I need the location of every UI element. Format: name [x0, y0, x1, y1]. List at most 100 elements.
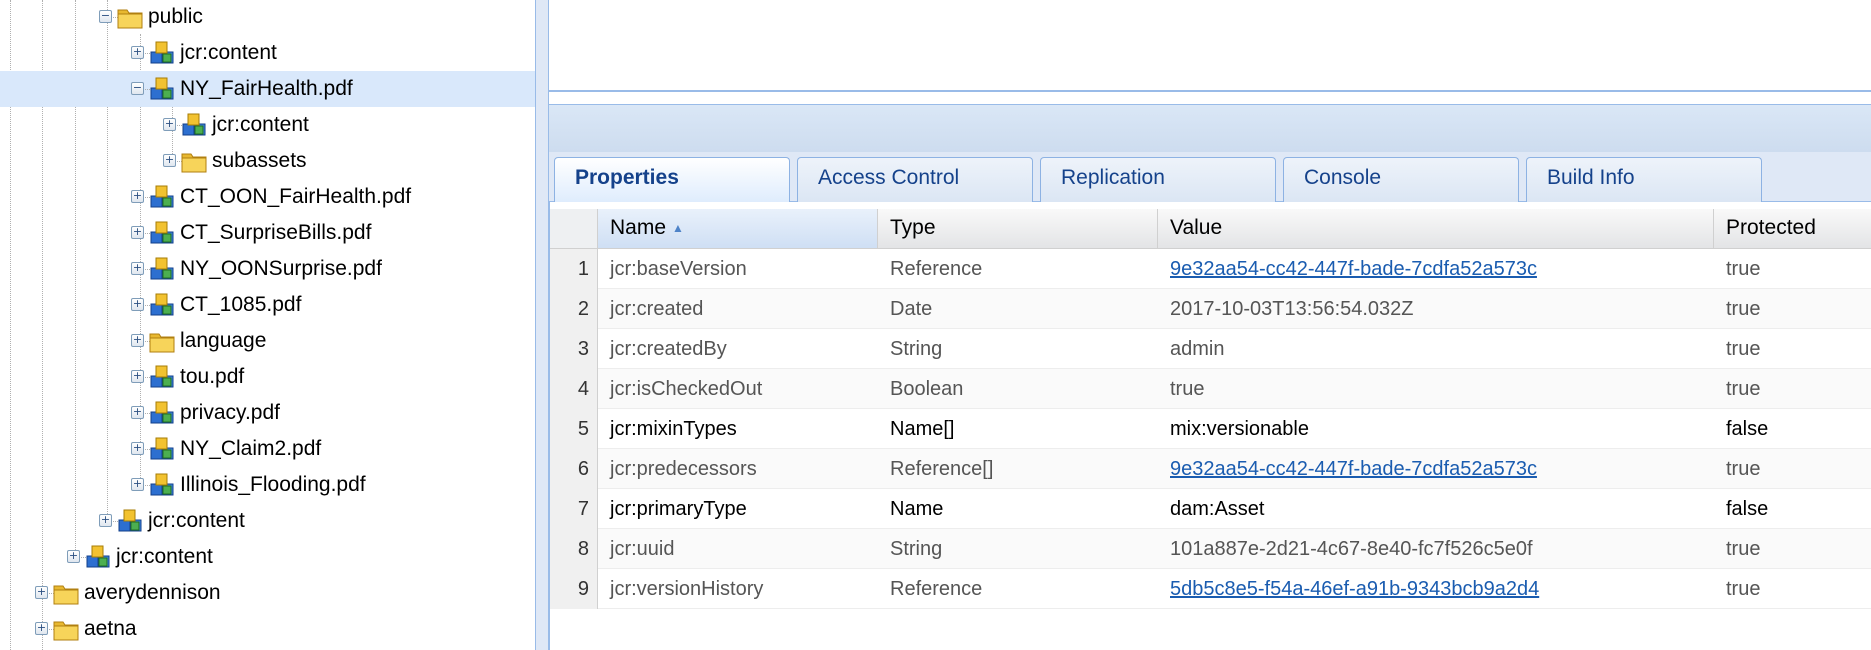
folder-icon	[180, 147, 208, 175]
expand-icon[interactable]: +	[131, 334, 144, 347]
table-row[interactable]: 4 jcr:isCheckedOut Boolean true true	[550, 369, 1871, 409]
property-value-cell: dam:Asset	[1170, 498, 1265, 520]
tree-node[interactable]: + averydennison	[0, 575, 535, 611]
tree-node[interactable]: + CT_1085.pdf	[0, 287, 535, 323]
tree-node[interactable]: + jcr:content	[0, 35, 535, 71]
tree-node-label[interactable]: NY_FairHealth.pdf	[180, 76, 353, 102]
tree-node-label[interactable]: jcr:content	[212, 112, 309, 138]
expand-icon[interactable]: +	[131, 406, 144, 419]
expand-icon[interactable]: +	[67, 550, 80, 563]
expand-icon[interactable]: +	[131, 442, 144, 455]
table-row[interactable]: 3 jcr:createdBy String admin true	[550, 329, 1871, 369]
tree-node-label[interactable]: subassets	[212, 148, 307, 174]
column-header-type[interactable]: Type	[878, 209, 1158, 248]
tree-node-label[interactable]: NY_OONSurprise.pdf	[180, 256, 382, 282]
tree-node-label[interactable]: NY_Claim2.pdf	[180, 436, 321, 462]
grid-header: Name ▲ Type Value Protected	[550, 209, 1871, 249]
tab-replication[interactable]: Replication	[1040, 157, 1276, 202]
table-row[interactable]: 5 jcr:mixinTypes Name[] mix:versionable fals…	[550, 409, 1871, 449]
property-value-cell: admin	[1170, 338, 1225, 360]
expand-icon[interactable]: +	[163, 154, 176, 167]
folder-icon	[116, 3, 144, 31]
reference-link[interactable]: 9e32aa54-cc42-447f-bade-7cdfa52a573c	[1170, 258, 1537, 280]
tree-node-label[interactable]: privacy.pdf	[180, 400, 280, 426]
expand-icon[interactable]: +	[131, 190, 144, 203]
node-icon	[148, 435, 176, 463]
tree-node-label[interactable]: jcr:content	[116, 544, 213, 570]
properties-grid: Name ▲ Type Value Protected 1 jcr:baseVers…	[549, 202, 1871, 650]
property-value-cell: 9e32aa54-cc42-447f-bade-7cdfa52a573c	[1158, 249, 1714, 289]
property-name-cell: jcr:predecessors	[610, 458, 757, 480]
tree-node[interactable]: + subassets	[0, 143, 535, 179]
expand-icon[interactable]: +	[131, 226, 144, 239]
tab-console[interactable]: Console	[1283, 157, 1519, 202]
property-type-cell: String	[890, 338, 943, 360]
expand-icon[interactable]: +	[131, 478, 144, 491]
table-row[interactable]: 9 jcr:versionHistory Reference 5db5c8e5-f54…	[550, 569, 1871, 609]
reference-link[interactable]: 5db5c8e5-f54a-46ef-a91b-9343bcb9a2d4	[1170, 578, 1539, 600]
row-number: 3	[550, 329, 598, 369]
node-icon	[148, 255, 176, 283]
tab-access-control[interactable]: Access Control	[797, 157, 1033, 202]
tree-node[interactable]: + Illinois_Flooding.pdf	[0, 467, 535, 503]
repository-tree: − public + jcr:content − NY_FairHealth.pdf + jc…	[0, 0, 535, 650]
column-header-protected[interactable]: Protected	[1714, 209, 1871, 248]
expand-icon[interactable]: +	[131, 370, 144, 383]
table-row[interactable]: 6 jcr:predecessors Reference[] 9e32aa54-cc4…	[550, 449, 1871, 489]
folder-icon	[52, 615, 80, 643]
column-header-name[interactable]: Name ▲	[598, 209, 878, 248]
tree-node[interactable]: + NY_OONSurprise.pdf	[0, 251, 535, 287]
tree-node[interactable]: + jcr:content	[0, 107, 535, 143]
tree-node[interactable]: + aetna	[0, 611, 535, 647]
tree-node-label[interactable]: aetna	[84, 616, 137, 642]
expand-icon[interactable]: +	[131, 262, 144, 275]
tab-properties[interactable]: Properties	[554, 157, 790, 203]
tree-node-label[interactable]: CT_OON_FairHealth.pdf	[180, 184, 411, 210]
table-row[interactable]: 2 jcr:created Date 2017-10-03T13:56:54.032Z…	[550, 289, 1871, 329]
tree-node[interactable]: − public	[0, 0, 535, 35]
property-name-cell: jcr:mixinTypes	[610, 418, 737, 440]
tree-node[interactable]: − NY_FairHealth.pdf	[0, 71, 535, 107]
table-row[interactable]: 1 jcr:baseVersion Reference 9e32aa54-cc42-4…	[550, 249, 1871, 289]
expand-icon[interactable]: +	[35, 622, 48, 635]
column-header-value[interactable]: Value	[1158, 209, 1714, 248]
tree-node-label[interactable]: averydennison	[84, 580, 221, 606]
tree-node-label[interactable]: public	[148, 4, 203, 30]
property-protected-cell: true	[1726, 458, 1761, 480]
node-icon	[116, 507, 144, 535]
tree-node[interactable]: + tou.pdf	[0, 359, 535, 395]
folder-icon	[148, 327, 176, 355]
tree-node[interactable]: + language	[0, 323, 535, 359]
tree-node[interactable]: + NY_Claim2.pdf	[0, 431, 535, 467]
node-icon	[148, 399, 176, 427]
tree-node[interactable]: + CT_OON_FairHealth.pdf	[0, 179, 535, 215]
tree-node-label[interactable]: language	[180, 328, 266, 354]
tree-node[interactable]: + privacy.pdf	[0, 395, 535, 431]
expand-icon[interactable]: +	[35, 586, 48, 599]
tree-node-label[interactable]: jcr:content	[180, 40, 277, 66]
property-protected-cell: true	[1726, 298, 1761, 320]
expand-icon[interactable]: +	[99, 514, 112, 527]
property-value-cell: true	[1170, 378, 1205, 400]
expand-icon[interactable]: +	[131, 46, 144, 59]
tree-node[interactable]: + jcr:content	[0, 539, 535, 575]
node-icon	[180, 111, 208, 139]
tree-node[interactable]: + CT_SurpriseBills.pdf	[0, 215, 535, 251]
table-row[interactable]: 8 jcr:uuid String 101a887e-2d21-4c67-8e40-f…	[550, 529, 1871, 569]
tree-node-label[interactable]: CT_1085.pdf	[180, 292, 301, 318]
tree-node-label[interactable]: tou.pdf	[180, 364, 244, 390]
reference-link[interactable]: 9e32aa54-cc42-447f-bade-7cdfa52a573c	[1170, 458, 1537, 480]
tree-node-label[interactable]: Illinois_Flooding.pdf	[180, 472, 366, 498]
collapse-icon[interactable]: −	[131, 82, 144, 95]
collapse-icon[interactable]: −	[99, 10, 112, 23]
tree-node-label[interactable]: jcr:content	[148, 508, 245, 534]
expand-icon[interactable]: +	[131, 298, 144, 311]
table-row[interactable]: 7 jcr:primaryType Name dam:Asset false	[550, 489, 1871, 529]
tree-node-label[interactable]: CT_SurpriseBills.pdf	[180, 220, 371, 246]
tab-build-info[interactable]: Build Info	[1526, 157, 1762, 202]
expand-icon[interactable]: +	[163, 118, 176, 131]
tree-node[interactable]: + jcr:content	[0, 503, 535, 539]
panel-splitter[interactable]	[535, 0, 549, 650]
node-icon	[148, 39, 176, 67]
node-icon	[148, 291, 176, 319]
